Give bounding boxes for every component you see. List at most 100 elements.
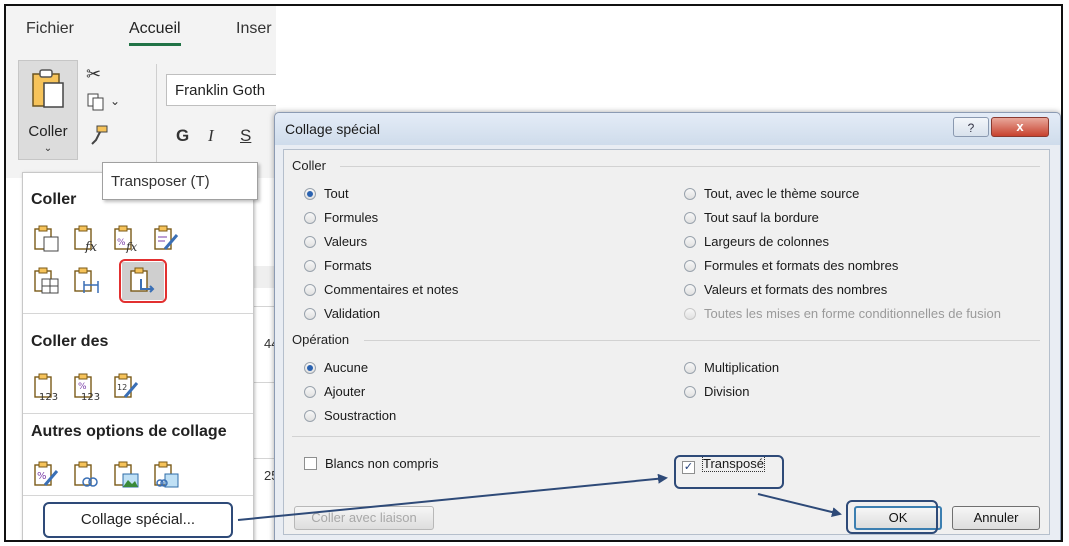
- option-label: Largeurs de colonnes: [704, 234, 830, 249]
- paste-values-icon[interactable]: 123: [33, 373, 61, 401]
- menu-section-coller-des-valeurs: Coller des: [31, 333, 109, 350]
- radio-tout-theme-source[interactable]: Tout, avec le thème source: [684, 186, 859, 201]
- option-label: Validation: [324, 306, 381, 321]
- ribbon-separator: [156, 64, 157, 164]
- excel-ribbon: Fichier Accueil Inser Coller ⌄ ✂ ⌄ Frank…: [6, 6, 276, 178]
- menu-separator: [23, 495, 253, 496]
- option-label: Multiplication: [704, 360, 780, 375]
- paste-no-borders-icon[interactable]: [33, 267, 61, 295]
- format-painter-icon[interactable]: [88, 124, 110, 146]
- radio-indicator: [304, 410, 316, 422]
- paste-icon[interactable]: [33, 225, 61, 253]
- section-divider: [364, 340, 1040, 341]
- svg-text:fx: fx: [125, 240, 137, 253]
- radio-indicator: [684, 386, 696, 398]
- option-label: Valeurs et formats des nombres: [704, 282, 888, 297]
- paste-keep-formatting-icon[interactable]: [153, 225, 181, 253]
- cancel-button[interactable]: Annuler: [952, 506, 1040, 530]
- radio-indicator: [684, 284, 696, 296]
- radio-formules-formats-nombres[interactable]: Formules et formats des nombres: [684, 258, 898, 273]
- tab-accueil[interactable]: Accueil: [129, 20, 181, 46]
- paste-linked-picture-icon[interactable]: [153, 461, 181, 489]
- radio-tout-sauf-bordure[interactable]: Tout sauf la bordure: [684, 210, 819, 225]
- paste-button[interactable]: Coller ⌄: [18, 60, 78, 160]
- section-coller-label: Coller: [292, 158, 326, 173]
- radio-valeurs-formats-nombres[interactable]: Valeurs et formats des nombres: [684, 282, 887, 297]
- radio-multiplication[interactable]: Multiplication: [684, 360, 779, 375]
- tab-inserer[interactable]: Inser: [236, 20, 272, 38]
- radio-validation[interactable]: Validation: [304, 306, 380, 321]
- clipboard-icon: [32, 69, 64, 108]
- option-label: Toutes les mises en forme conditionnelle…: [704, 306, 1001, 321]
- paste-values-source-format-icon[interactable]: 12: [113, 373, 141, 401]
- svg-text:%: %: [37, 471, 47, 482]
- radio-formules[interactable]: Formules: [304, 210, 378, 225]
- radio-mises-en-forme-conditionnelles: Toutes les mises en forme conditionnelle…: [684, 306, 1001, 321]
- option-label: Tout sauf la bordure: [704, 210, 819, 225]
- dialog-titlebar: Collage spécial ? x: [275, 113, 1060, 145]
- radio-division[interactable]: Division: [684, 384, 750, 399]
- paste-picture-icon[interactable]: [113, 461, 141, 489]
- paste-label: Coller: [28, 123, 68, 140]
- option-label: Ajouter: [324, 384, 366, 399]
- bold-button[interactable]: G: [176, 126, 189, 146]
- option-label: Tout, avec le thème source: [704, 186, 860, 201]
- cut-icon[interactable]: ✂: [86, 64, 101, 85]
- ok-annotation-box: [846, 500, 938, 534]
- radio-indicator: [304, 308, 316, 320]
- tab-fichier[interactable]: Fichier: [26, 20, 74, 38]
- dialog-title: Collage spécial: [285, 121, 380, 137]
- menu-separator: [23, 313, 253, 314]
- paste-values-number-format-icon[interactable]: %123: [73, 373, 101, 401]
- close-button[interactable]: x: [991, 117, 1049, 137]
- svg-text:123: 123: [39, 392, 58, 401]
- option-label: Division: [704, 384, 750, 399]
- svg-text:%: %: [117, 238, 126, 248]
- menu-collage-special[interactable]: Collage spécial...: [43, 502, 233, 538]
- radio-indicator: [304, 260, 316, 272]
- radio-indicator: [304, 212, 316, 224]
- paste-column-widths-icon[interactable]: [73, 267, 101, 295]
- underline-button[interactable]: S: [240, 126, 251, 146]
- radio-indicator: [684, 260, 696, 272]
- radio-ajouter[interactable]: Ajouter: [304, 384, 365, 399]
- ribbon-tabs: Fichier Accueil Inser: [6, 6, 276, 52]
- radio-soustraction[interactable]: Soustraction: [304, 408, 396, 423]
- radio-commentaires[interactable]: Commentaires et notes: [304, 282, 458, 297]
- menu-section-coller: Coller: [31, 191, 77, 208]
- radio-largeurs-colonnes[interactable]: Largeurs de colonnes: [684, 234, 829, 249]
- radio-indicator: [684, 362, 696, 374]
- svg-text:123: 123: [81, 392, 100, 401]
- radio-indicator: [304, 236, 316, 248]
- help-button[interactable]: ?: [953, 117, 989, 137]
- radio-formats[interactable]: Formats: [304, 258, 372, 273]
- svg-text:12: 12: [117, 383, 127, 392]
- option-label: Formats: [324, 258, 372, 273]
- option-label: Formules et formats des nombres: [704, 258, 899, 273]
- paste-formulas-icon[interactable]: fx: [73, 225, 101, 253]
- copy-chevron-icon[interactable]: ⌄: [110, 94, 120, 108]
- italic-button[interactable]: I: [208, 126, 214, 146]
- radio-indicator: [684, 212, 696, 224]
- paste-link-icon[interactable]: [73, 461, 101, 489]
- radio-indicator: [304, 386, 316, 398]
- checkbox-indicator: [304, 457, 317, 470]
- paste-formatting-icon[interactable]: %: [33, 461, 61, 489]
- paste-formulas-number-format-icon[interactable]: % fx: [113, 225, 141, 253]
- radio-indicator: [684, 236, 696, 248]
- radio-indicator: [684, 308, 696, 320]
- option-label: Formules: [324, 210, 379, 225]
- chevron-down-icon[interactable]: ⌄: [19, 143, 77, 154]
- radio-aucune[interactable]: Aucune: [304, 360, 368, 375]
- option-label: Valeurs: [324, 234, 368, 249]
- radio-valeurs[interactable]: Valeurs: [304, 234, 367, 249]
- checkbox-blancs-non-compris[interactable]: Blancs non compris: [304, 456, 438, 471]
- copy-icon[interactable]: [86, 92, 106, 112]
- paste-special-dialog: Collage spécial ? x Coller Tout Formules…: [274, 112, 1061, 540]
- font-name-input[interactable]: Franklin Goth: [166, 74, 276, 106]
- svg-text:%: %: [78, 382, 87, 392]
- radio-tout[interactable]: Tout: [304, 186, 349, 201]
- section-divider: [340, 166, 1040, 167]
- menu-separator: [23, 413, 253, 414]
- screenshot-frame: Fichier Accueil Inser Coller ⌄ ✂ ⌄ Frank…: [4, 4, 1063, 542]
